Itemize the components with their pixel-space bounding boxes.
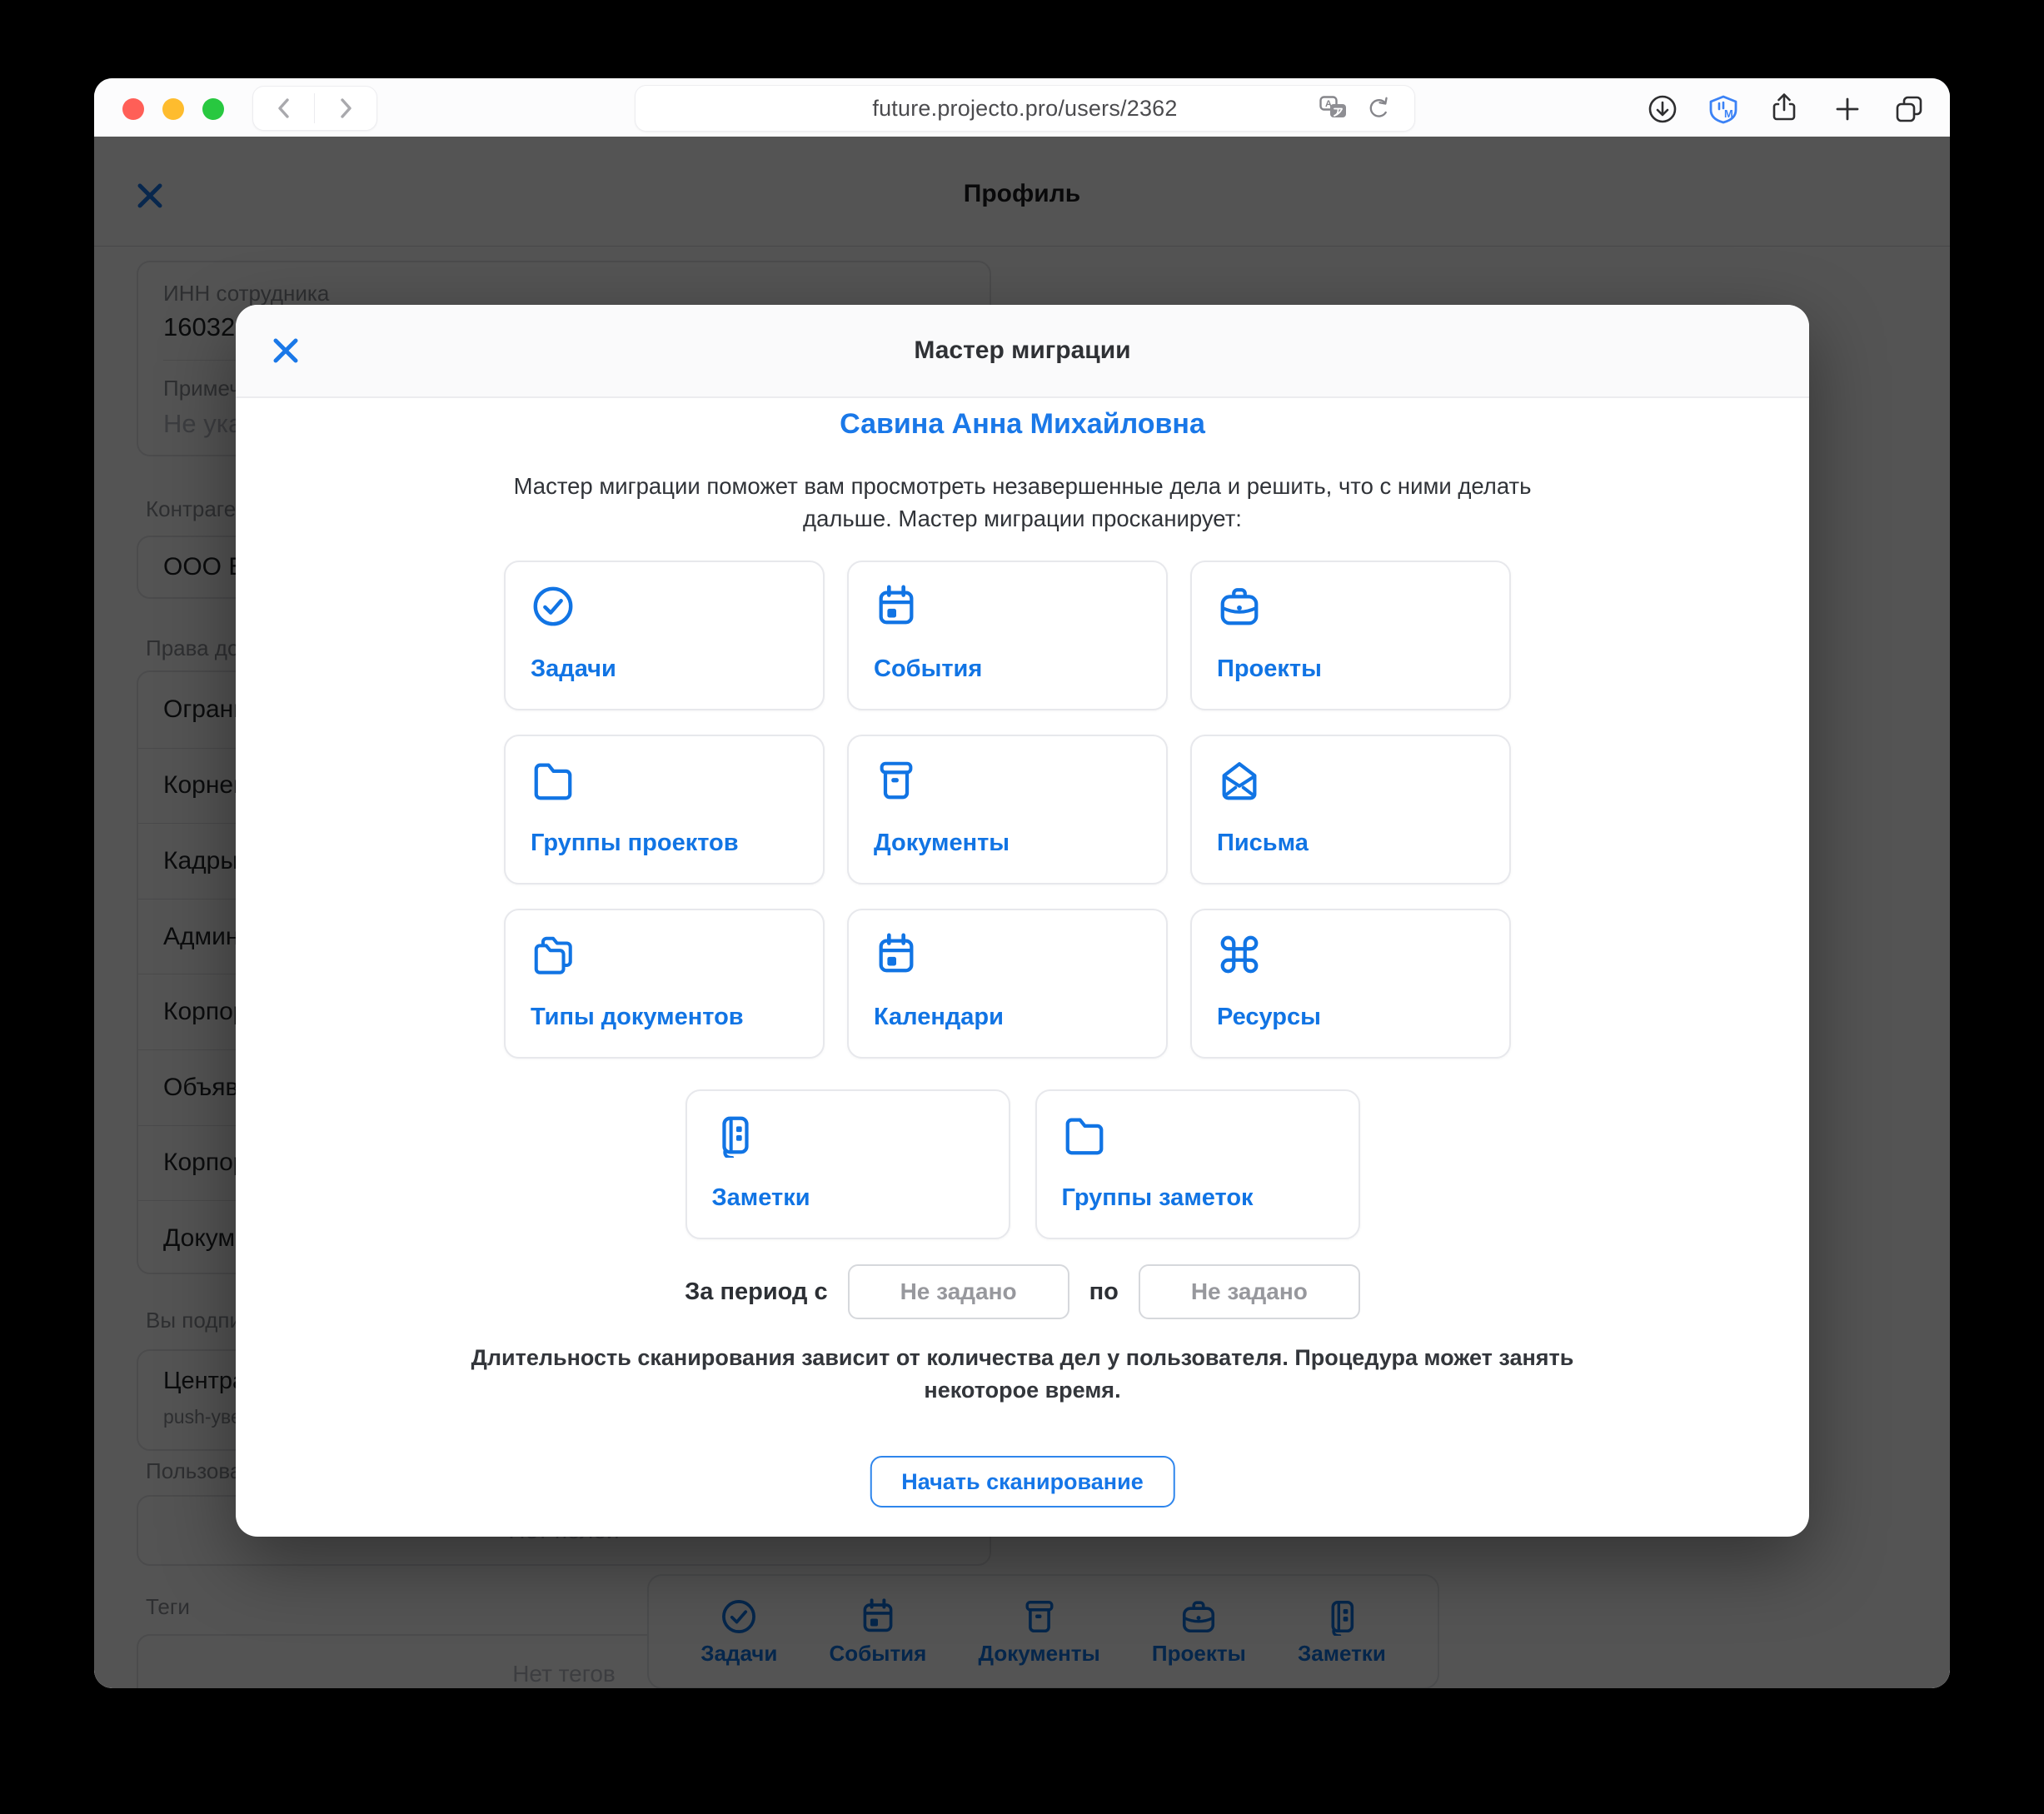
nav-divider (314, 93, 315, 123)
period-to-picker[interactable]: Не задано (1138, 1264, 1360, 1319)
start-scan-label: Начать сканирование (901, 1468, 1144, 1494)
scan-card-label: Календари (874, 1004, 1004, 1030)
translate-icon[interactable]: A (1319, 96, 1348, 121)
user-name: Савина Анна Михайловна (840, 408, 1205, 440)
envelope-open-icon (1217, 758, 1262, 803)
scan-targets-row2: Заметки Группы заметок (236, 1089, 1809, 1239)
scan-card-calendars[interactable]: Календари (847, 909, 1168, 1059)
scan-card-label: Типы документов (531, 1004, 744, 1030)
modal-title: Мастер миграции (914, 336, 1131, 364)
scan-card-resources[interactable]: Ресурсы (1190, 909, 1511, 1059)
scan-card-tasks[interactable]: Задачи (504, 561, 825, 710)
reload-icon[interactable] (1364, 95, 1391, 122)
scan-card-project-groups[interactable]: Группы проектов (504, 735, 825, 885)
scan-card-label: Письма (1217, 830, 1309, 856)
new-tab-icon[interactable] (1832, 94, 1862, 124)
calendar-icon (874, 584, 919, 629)
command-icon (1217, 932, 1262, 977)
scan-card-label: Документы (874, 830, 1010, 856)
svg-text:M: M (1724, 107, 1733, 120)
scan-card-label: Проекты (1217, 655, 1322, 682)
scan-card-mail[interactable]: Письма (1190, 735, 1511, 885)
back-icon[interactable] (273, 97, 297, 120)
wizard-intro: Мастер миграции поможет вам просмотреть … (236, 470, 1809, 535)
start-scan-button[interactable]: Начать сканирование (870, 1456, 1175, 1508)
share-icon[interactable] (1769, 92, 1799, 122)
downloads-icon[interactable] (1648, 94, 1678, 124)
duration-note: Длительность сканирования зависит от кол… (236, 1342, 1809, 1407)
period-conj: по (1089, 1278, 1119, 1305)
modal-header: Мастер миграции (236, 305, 1809, 398)
intro-line: дальше. Мастер миграции просканирует: (803, 506, 1242, 531)
period-row: За период с Не задано по Не задано (236, 1264, 1809, 1319)
url-text: future.projecto.pro/users/2362 (872, 95, 1178, 121)
scan-card-document-types[interactable]: Типы документов (504, 909, 825, 1059)
scan-card-projects[interactable]: Проекты (1190, 561, 1511, 710)
folder-icon (531, 758, 576, 803)
migration-wizard-modal: Мастер миграции Савина Анна Михайловна М… (236, 305, 1809, 1537)
minimize-window-button[interactable] (162, 98, 184, 120)
close-modal-icon[interactable] (271, 336, 301, 366)
forward-icon[interactable] (333, 97, 356, 120)
scan-card-label: Задачи (531, 655, 616, 682)
note-line: некоторое время. (924, 1378, 1121, 1403)
zoom-window-button[interactable] (202, 98, 224, 120)
scan-card-label: Ресурсы (1217, 1004, 1321, 1030)
scan-card-label: Группы заметок (1061, 1184, 1254, 1211)
scan-card-label: Заметки (711, 1184, 810, 1211)
intro-line: Мастер миграции поможет вам просмотреть … (513, 473, 1532, 499)
browser-toolbar: future.projecto.pro/users/2362 A M (94, 78, 1950, 137)
folder-icon (1062, 1113, 1107, 1158)
scan-card-notes[interactable]: Заметки (685, 1089, 1010, 1239)
scan-card-documents[interactable]: Документы (847, 735, 1168, 885)
note-line: Длительность сканирования зависит от кол… (471, 1345, 1574, 1370)
address-bar[interactable]: future.projecto.pro/users/2362 A (635, 85, 1415, 132)
scan-targets-grid: Задачи События Проекты Группы проектов Д… (504, 561, 1511, 1059)
scan-card-events[interactable]: События (847, 561, 1168, 710)
scan-card-note-groups[interactable]: Группы заметок (1034, 1089, 1360, 1239)
scan-card-label: События (874, 655, 983, 682)
calendar-icon (874, 932, 919, 977)
period-from-picker[interactable]: Не задано (847, 1264, 1069, 1319)
scan-card-label: Группы проектов (531, 830, 739, 856)
folders-icon (531, 932, 576, 977)
shield-extension-icon[interactable]: M (1708, 94, 1738, 124)
check-circle-icon (531, 584, 576, 629)
close-window-button[interactable] (122, 98, 144, 120)
notebook-icon (712, 1113, 757, 1158)
box-icon (874, 758, 919, 803)
period-prefix: За период с (685, 1278, 828, 1305)
briefcase-icon (1217, 584, 1262, 629)
tabs-overview-icon[interactable] (1894, 94, 1924, 124)
nav-buttons (252, 86, 377, 131)
